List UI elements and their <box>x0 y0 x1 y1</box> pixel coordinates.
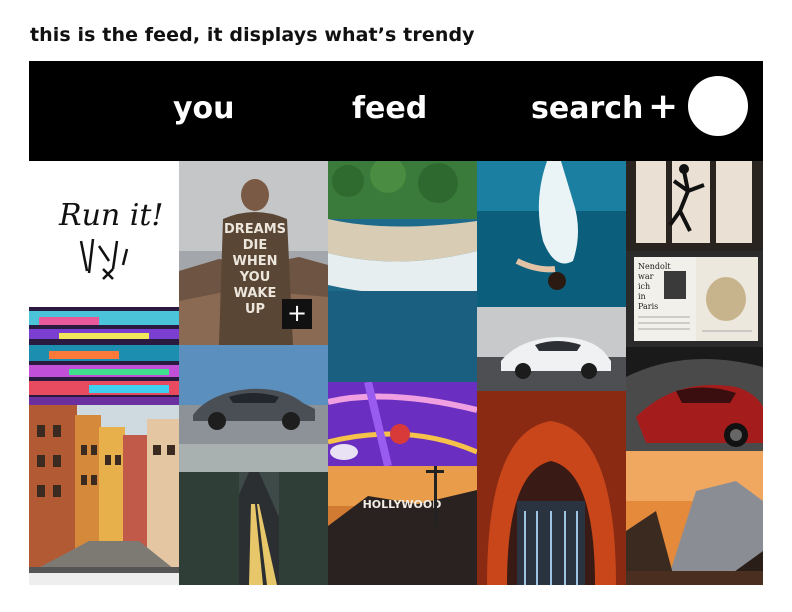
hollywood-image: HOLLYWOOD <box>328 466 477 585</box>
feed-tile-jacket[interactable]: DREAMS DIE WHEN YOU WAKE UP + <box>179 161 328 345</box>
feed-tile-beach[interactable] <box>328 161 477 382</box>
feed-column-1: Run it! <box>29 161 179 585</box>
jacket-text-4: YOU <box>239 270 271 285</box>
magazine-text-4: in <box>638 292 646 301</box>
jacket-text-5: WAKE <box>234 286 277 301</box>
magazine-text-3: ich <box>638 282 650 291</box>
feed-tile-road[interactable] <box>179 444 328 585</box>
glitch-image <box>29 307 179 405</box>
feed-tile-run-it[interactable]: Run it! <box>29 161 179 307</box>
feed-column-3: HOLLYWOOD <box>328 161 477 585</box>
feed-tile-tunnel[interactable] <box>477 391 626 585</box>
jacket-text-3: WHEN <box>233 254 278 269</box>
feed-tile-mountain[interactable] <box>626 451 763 585</box>
magazine-text-2: war <box>638 272 654 281</box>
purple-ball-image <box>328 382 477 466</box>
feed-tile-hollywood[interactable]: HOLLYWOOD <box>328 466 477 585</box>
feed-tile-car-white[interactable] <box>477 307 626 391</box>
nav-you[interactable]: you <box>173 91 235 127</box>
run-it-image: Run it! <box>29 161 179 307</box>
feed-caption: this is the feed, it displays what’s tre… <box>30 24 475 46</box>
feed-grid: Run it! DREAMS DIE WHEN YOU WAKE UP + HO… <box>29 161 763 585</box>
magazine-text-1: Nendolt <box>638 262 671 271</box>
mountain-image <box>626 451 763 585</box>
add-to-board-button[interactable]: + <box>282 299 312 329</box>
jacket-text-2: DIE <box>243 238 268 253</box>
feed-tile-car-red[interactable] <box>626 347 763 451</box>
feed-column-4 <box>477 161 626 585</box>
profile-avatar[interactable] <box>688 76 748 136</box>
feed-tile-diver[interactable] <box>477 161 626 307</box>
run-it-text: Run it! <box>58 198 163 233</box>
jacket-text-6: UP <box>245 302 265 317</box>
car-white-image <box>477 307 626 391</box>
diver-image <box>477 161 626 307</box>
nav-search[interactable]: search <box>531 91 643 127</box>
tunnel-image <box>477 391 626 585</box>
feed-tile-glitch[interactable] <box>29 307 179 405</box>
feed-tile-purple-ball[interactable] <box>328 382 477 466</box>
hollywood-sign-text: HOLLYWOOD <box>363 498 442 511</box>
feed-tile-street[interactable] <box>29 405 179 573</box>
beach-image <box>328 161 477 382</box>
feed-tile-car-grey[interactable] <box>179 345 328 444</box>
nav-feed[interactable]: feed <box>352 91 427 127</box>
feed-tile-partial[interactable] <box>29 573 179 585</box>
jacket-text-1: DREAMS <box>224 222 286 237</box>
feed-tile-magazine[interactable]: Nendolt war ich in Paris <box>626 251 763 347</box>
car-grey-image <box>179 345 328 444</box>
street-image <box>29 405 179 573</box>
car-red-image <box>626 347 763 451</box>
dancer-image <box>626 161 763 251</box>
feed-column-5: Nendolt war ich in Paris <box>626 161 763 585</box>
top-nav: you feed search + <box>29 61 763 161</box>
add-post-button[interactable]: + <box>648 89 678 125</box>
magazine-text-5: Paris <box>638 302 658 311</box>
feed-column-2: DREAMS DIE WHEN YOU WAKE UP + <box>179 161 328 585</box>
feed-tile-dancer[interactable] <box>626 161 763 251</box>
magazine-image: Nendolt war ich in Paris <box>626 251 763 347</box>
road-image <box>179 444 328 585</box>
app-frame: you feed search + Run it! DREAMS DIE WHE… <box>29 61 763 585</box>
